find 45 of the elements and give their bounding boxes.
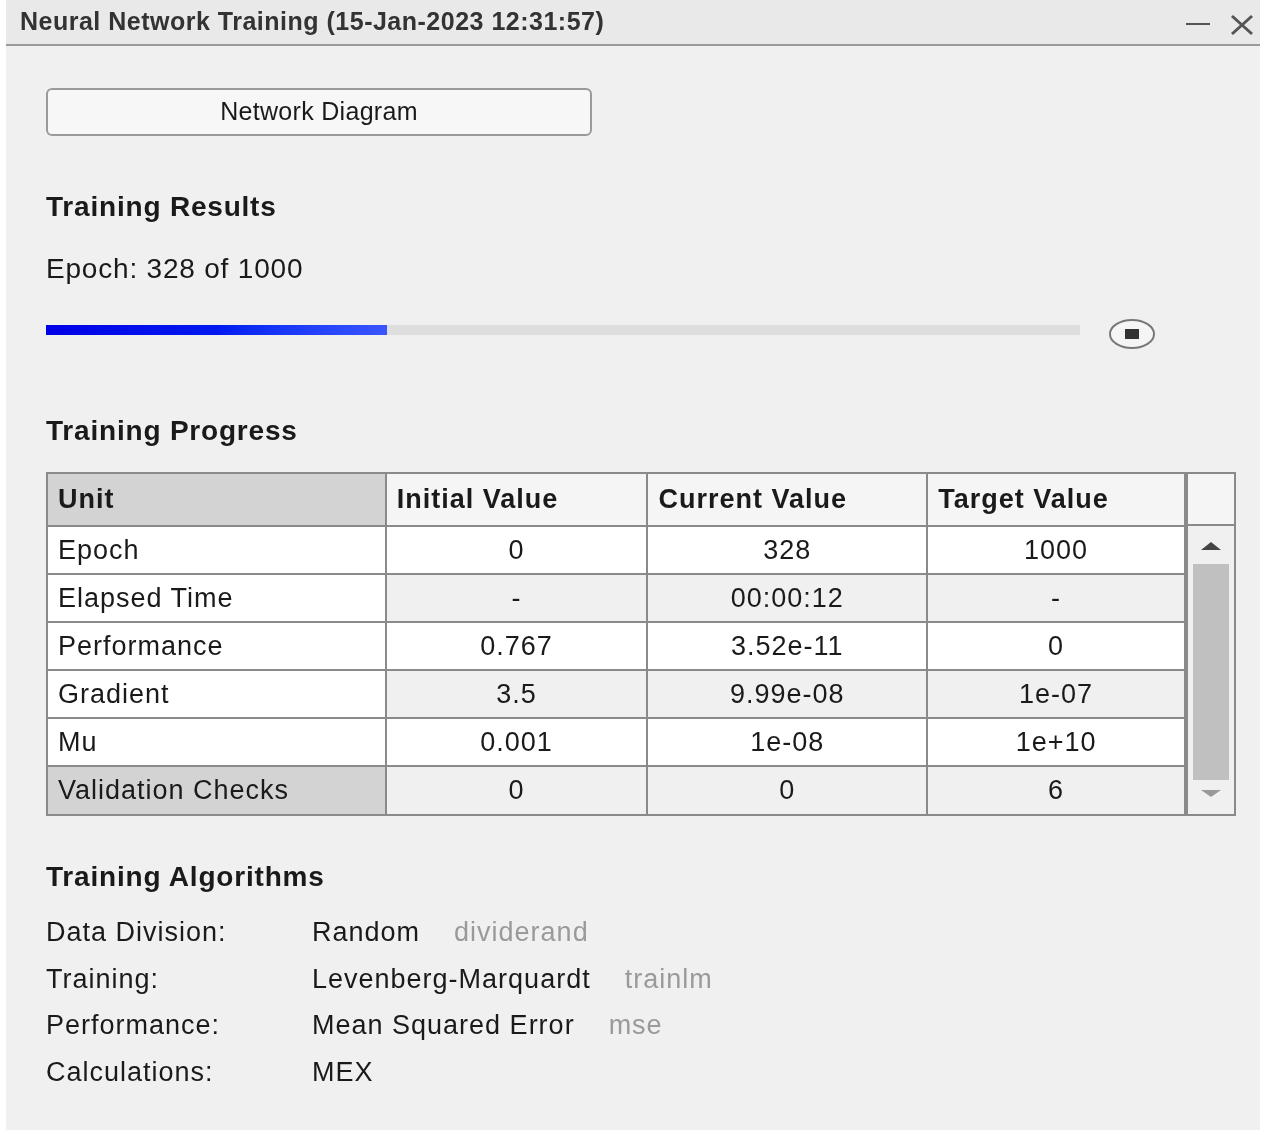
table-cell: 00:00:12 bbox=[647, 574, 928, 622]
table-cell: 1000 bbox=[927, 526, 1185, 574]
function-name: mse bbox=[608, 1009, 663, 1042]
column-header: Current Value bbox=[647, 474, 928, 526]
table-cell: 0.767 bbox=[385, 622, 648, 670]
column-header: Unit bbox=[48, 474, 386, 526]
table-cell: - bbox=[385, 574, 648, 622]
function-name: dividerand bbox=[454, 916, 589, 949]
column-header: Target Value bbox=[927, 474, 1185, 526]
window-title: Neural Network Training (15-Jan-2023 12:31:57) bbox=[20, 6, 606, 38]
algorithm-value: MEX bbox=[312, 1055, 374, 1089]
table-cell: 6 bbox=[927, 766, 1185, 814]
table-cell: Epoch bbox=[48, 526, 386, 574]
table-cell: Validation Checks bbox=[48, 766, 386, 814]
table-cell: 1e-08 bbox=[647, 718, 928, 766]
table-cell: Performance bbox=[48, 622, 386, 670]
epoch-text: Epoch: 328 of 1000 bbox=[46, 252, 305, 286]
column-header: Initial Value bbox=[385, 474, 648, 526]
table-cell: 0 bbox=[385, 766, 648, 814]
algorithm-label: Calculations: bbox=[46, 1055, 215, 1089]
algorithm-value: Random bbox=[312, 916, 421, 949]
algorithm-label: Performance: bbox=[46, 1009, 222, 1042]
algorithm-value: Mean Squared Error bbox=[312, 1009, 575, 1042]
table-cell: - bbox=[927, 574, 1185, 622]
section-heading: Training Progress bbox=[46, 414, 299, 448]
table-cell: Mu bbox=[48, 718, 386, 766]
table-cell: 1e+10 bbox=[927, 718, 1185, 766]
table-cell: 0 bbox=[647, 766, 928, 814]
table-cell: 9.99e-08 bbox=[647, 670, 928, 718]
table-cell: Elapsed Time bbox=[48, 574, 386, 622]
function-name: trainlm bbox=[624, 962, 713, 996]
table-cell: 0.001 bbox=[385, 718, 648, 766]
section-heading: Training Results bbox=[46, 190, 278, 224]
section-heading: Training Algorithms bbox=[46, 860, 326, 894]
table-cell: 0 bbox=[927, 622, 1185, 670]
algorithm-label: Training: bbox=[46, 962, 161, 996]
table-cell: Gradient bbox=[48, 670, 386, 718]
network-diagram-button[interactable]: Network Diagram bbox=[46, 88, 592, 136]
algorithm-label: Data Division: bbox=[46, 916, 228, 949]
table-cell: 0 bbox=[385, 526, 648, 574]
table-cell: 3.5 bbox=[385, 670, 648, 718]
table-cell: 3.52e-11 bbox=[647, 622, 928, 670]
table-cell: 328 bbox=[647, 526, 928, 574]
table-cell: 1e-07 bbox=[927, 670, 1185, 718]
algorithm-value: Levenberg-Marquardt bbox=[312, 962, 591, 996]
